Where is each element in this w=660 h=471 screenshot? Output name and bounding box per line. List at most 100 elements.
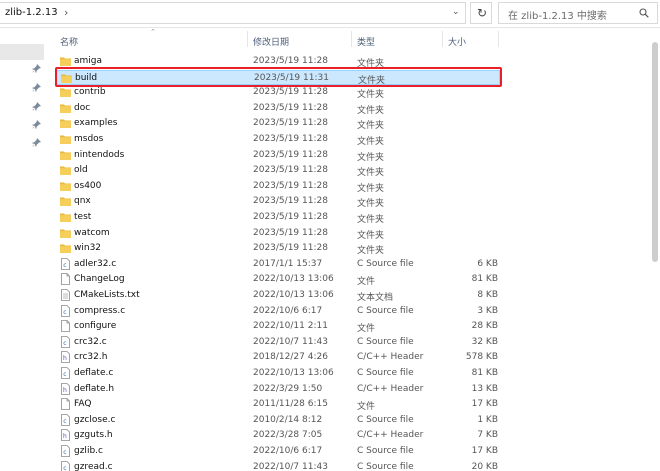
file-row[interactable]: c deflate.c 2022/10/13 13:06 C Source file 8…: [56, 366, 500, 381]
c-source-file-icon: c: [60, 445, 71, 457]
file-row[interactable]: examples 2023/5/19 11:28 文件夹: [56, 116, 500, 131]
file-size: 1 KB: [477, 414, 498, 425]
folder-icon: [61, 72, 72, 84]
folder-icon: [60, 55, 71, 67]
refresh-button[interactable]: ↻: [470, 2, 492, 24]
file-icon: [60, 398, 71, 411]
file-type: 文本文档: [357, 293, 394, 303]
file-name: deflate.h: [74, 383, 115, 394]
file-name: examples: [74, 118, 118, 129]
address-dropdown-icon[interactable]: ⌄: [452, 7, 460, 17]
folder-icon: [60, 86, 71, 98]
svg-text:c: c: [63, 340, 66, 347]
file-date: 2022/10/7 11:43: [253, 336, 328, 347]
file-date: 2023/5/19 11:31: [254, 72, 329, 83]
file-type: 文件夹: [357, 183, 385, 194]
pin-icon[interactable]: [32, 102, 41, 111]
file-row[interactable]: FAQ 2011/11/28 6:15 文件 17 KB: [56, 397, 500, 412]
file-date: 2017/1/1 15:37: [253, 258, 323, 269]
file-type: C Source file: [357, 446, 414, 456]
folder-icon: [60, 195, 71, 207]
file-name: nintendods: [74, 149, 125, 160]
column-name[interactable]: 名称: [60, 35, 78, 48]
breadcrumb-chevron-icon[interactable]: ›: [64, 6, 68, 19]
file-size: 32 KB: [471, 336, 498, 347]
file-date: 2022/10/7 11:43: [253, 461, 328, 471]
pin-icon[interactable]: [32, 120, 41, 129]
column-divider[interactable]: [351, 31, 352, 47]
file-date: 2022/10/11 2:11: [253, 321, 328, 332]
file-row[interactable]: win32 2023/5/19 11:28 文件夹: [56, 241, 500, 256]
file-row[interactable]: h crc32.h 2018/12/27 4:26 C/C++ Header 578 K…: [56, 350, 500, 365]
file-row[interactable]: c adler32.c 2017/1/1 15:37 C Source file 6 K…: [56, 257, 500, 272]
svg-text:c: c: [63, 309, 66, 316]
file-size: 20 KB: [471, 461, 498, 471]
svg-text:h: h: [63, 387, 67, 394]
file-date: 2023/5/19 11:28: [253, 212, 328, 222]
file-row[interactable]: msdos 2023/5/19 11:28 文件夹: [56, 132, 500, 147]
search-icon[interactable]: [639, 8, 649, 18]
nav-selected-item[interactable]: [0, 44, 44, 60]
file-row[interactable]: test 2023/5/19 11:28 文件夹: [56, 210, 500, 225]
file-row[interactable]: os400 2023/5/19 11:28 文件夹: [56, 179, 500, 194]
file-type: 文件: [357, 277, 376, 288]
folder-icon: [60, 180, 71, 192]
search-placeholder[interactable]: 在 zlib-1.2.13 中搜索: [508, 7, 607, 22]
file-row[interactable]: c compress.c 2022/10/6 6:17 C Source file 3 …: [56, 304, 500, 319]
file-row[interactable]: c crc32.c 2022/10/7 11:43 C Source file 32 K…: [56, 335, 500, 350]
file-row[interactable]: ChangeLog 2022/10/13 13:06 文件 81 KB: [56, 272, 500, 287]
file-date: 2022/10/13 13:06: [253, 290, 334, 300]
column-size[interactable]: 大小: [448, 35, 466, 48]
file-size: 13 KB: [471, 383, 498, 394]
file-name: watcom: [74, 227, 110, 238]
file-row[interactable]: old 2023/5/19 11:28 文件夹: [56, 163, 500, 178]
file-type: 文件夹: [357, 59, 385, 69]
scrollbar-thumb[interactable]: [652, 42, 658, 262]
vertical-scrollbar[interactable]: [650, 28, 660, 471]
file-type: 文件夹: [357, 168, 385, 179]
c-source-file-icon: c: [60, 304, 71, 317]
search-box[interactable]: 在 zlib-1.2.13 中搜索: [498, 2, 658, 24]
pin-icon[interactable]: [32, 64, 41, 73]
column-divider[interactable]: [498, 31, 499, 47]
address-path[interactable]: zlib-1.2.13: [5, 7, 58, 18]
file-name: old: [74, 165, 88, 176]
text-file-icon: [60, 289, 71, 301]
file-row[interactable]: h gzguts.h 2022/3/28 7:05 C/C++ Header 7 KB: [56, 428, 500, 443]
file-row[interactable]: watcom 2023/5/19 11:28 文件夹: [56, 226, 500, 241]
pin-icon[interactable]: [32, 138, 41, 147]
folder-icon: [60, 242, 71, 254]
file-row[interactable]: h deflate.h 2022/3/29 1:50 C/C++ Header 13 K…: [56, 382, 500, 397]
file-type: C Source file: [357, 336, 414, 347]
file-type: C Source file: [357, 414, 414, 425]
file-date: 2022/10/6 6:17: [253, 305, 323, 316]
file-row[interactable]: amiga 2023/5/19 11:28 文件夹: [56, 54, 500, 69]
column-type[interactable]: 类型: [357, 35, 375, 48]
file-name: doc: [74, 102, 91, 113]
file-row[interactable]: qnx 2023/5/19 11:28 文件夹: [56, 194, 500, 209]
file-row[interactable]: c gzclose.c 2010/2/14 8:12 C Source file 1 K…: [56, 413, 500, 428]
file-row[interactable]: doc 2023/5/19 11:28 文件夹: [56, 101, 500, 116]
file-row[interactable]: nintendods 2023/5/19 11:28 文件夹: [56, 148, 500, 163]
column-date[interactable]: 修改日期: [253, 35, 289, 48]
pin-icon[interactable]: [32, 83, 41, 92]
column-divider[interactable]: [247, 31, 248, 47]
file-row[interactable]: CMakeLists.txt 2022/10/13 13:06 文本文档 8 KB: [56, 288, 500, 303]
file-name: deflate.c: [74, 368, 114, 378]
file-name: gzlib.c: [74, 446, 103, 456]
file-row[interactable]: c gzlib.c 2022/10/6 6:17 C Source file 17 KB: [56, 444, 500, 459]
header-file-icon: h: [60, 429, 71, 442]
file-row[interactable]: c gzread.c 2022/10/7 11:43 C Source file 20 …: [56, 460, 500, 471]
file-type: 文件夹: [357, 105, 385, 116]
column-divider[interactable]: [442, 31, 443, 47]
file-name: configure: [74, 321, 117, 332]
file-row[interactable]: contrib 2023/5/19 11:28 文件夹: [56, 85, 500, 100]
file-date: 2023/5/19 11:28: [253, 180, 328, 191]
file-row[interactable]: configure 2022/10/11 2:11 文件 28 KB: [56, 319, 500, 334]
file-row[interactable]: build 2023/5/19 11:31 文件夹: [56, 69, 500, 86]
file-date: 2022/3/29 1:50: [253, 383, 323, 394]
folder-icon: [60, 133, 71, 145]
file-type: 文件夹: [357, 199, 385, 210]
address-bar[interactable]: zlib-1.2.13 › ⌄: [0, 2, 466, 24]
c-source-file-icon: c: [60, 257, 71, 270]
